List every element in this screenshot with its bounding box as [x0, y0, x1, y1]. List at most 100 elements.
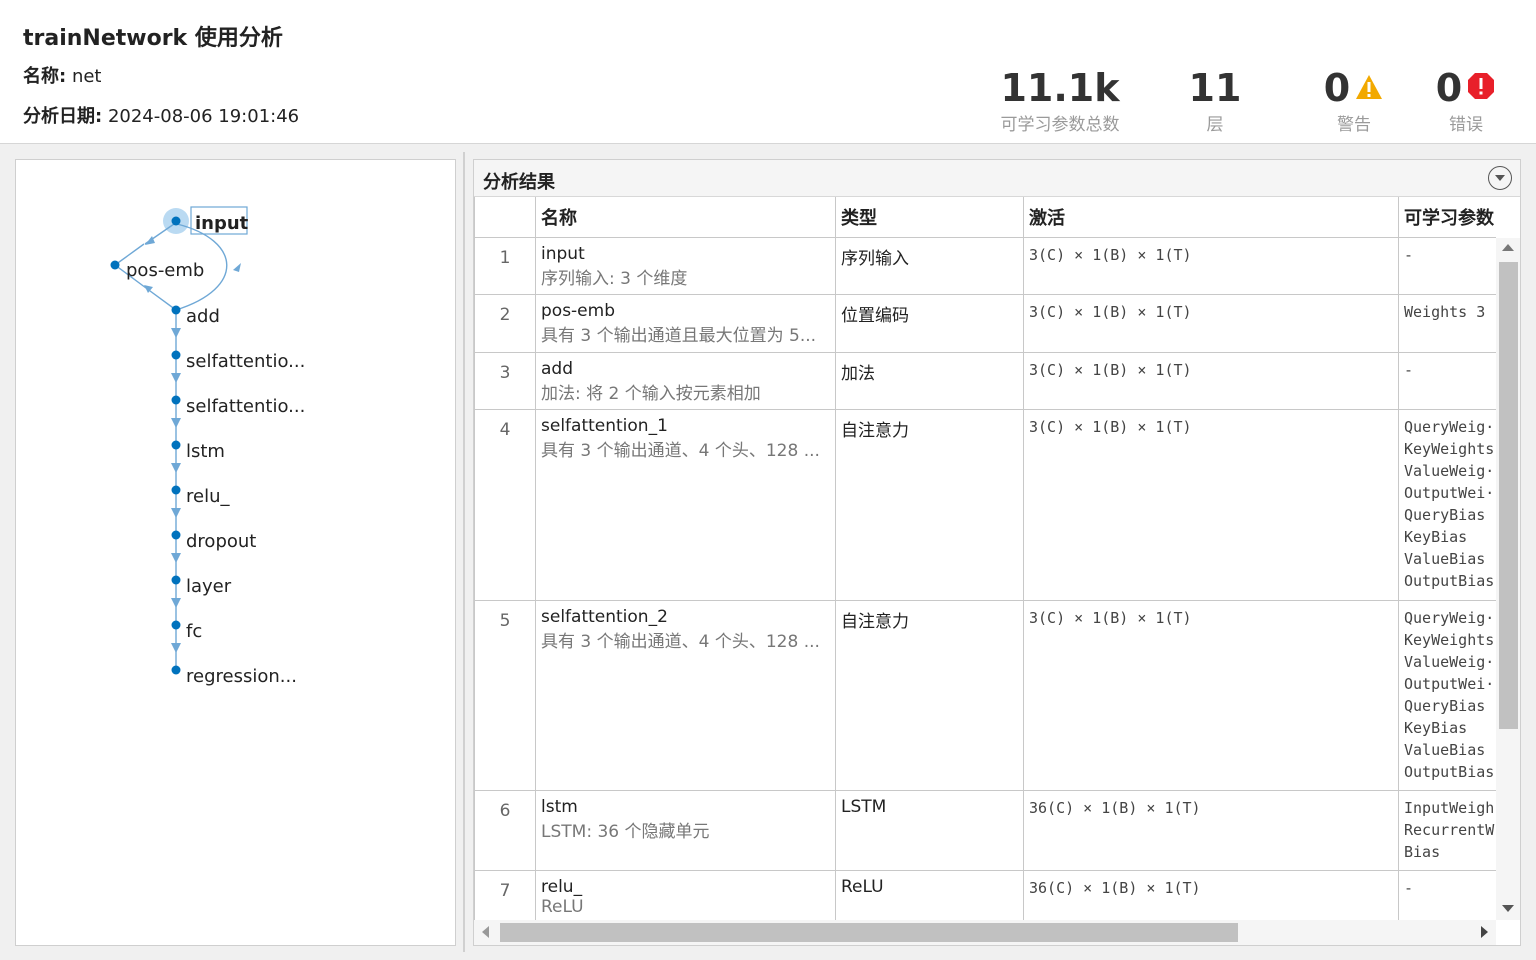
learnable-param: KeyBias	[1404, 718, 1468, 737]
network-graph-panel[interactable]: input pos-emb add selfattentio... selfat…	[15, 159, 456, 946]
results-table-container[interactable]: 名称 类型 激活 可学习参数 1 input 序列输入: 3 个维度 序列输入 3(C)…	[474, 197, 1496, 920]
learnable-param: KeyWeights	[1404, 439, 1495, 458]
panel-splitter[interactable]	[463, 152, 465, 952]
table-row[interactable]: 1 input 序列输入: 3 个维度 序列输入 3(C) × 1(B) × 1(T) -	[474, 236, 1496, 295]
node-label-lstm[interactable]: lstm	[186, 441, 225, 462]
errors-count: 0	[1435, 66, 1463, 110]
layer-description: ReLU	[541, 896, 584, 917]
table-row[interactable]: 7 relu_ ReLU ReLU 36(C) × 1(B) × 1(T) -	[474, 869, 1496, 920]
vertical-scroll-thumb[interactable]	[1499, 262, 1518, 729]
layer-name: selfattention_1	[541, 415, 668, 436]
column-header-index[interactable]	[474, 197, 536, 238]
table-row[interactable]: 6 lstm LSTM: 36 个隐藏单元 LSTM 36(C) × 1(B) × 1(…	[474, 789, 1496, 871]
row-index: 6	[474, 789, 536, 871]
node-label-pos-emb[interactable]: pos-emb	[126, 260, 204, 281]
table-row[interactable]: 5 selfattention_2 具有 3 个输出通道、4 个头、128 ... 自…	[474, 599, 1496, 791]
graph-nodes[interactable]	[110, 216, 181, 675]
table-row[interactable]: 2 pos-emb 具有 3 个输出通道且最大位置为 5... 位置编码 3(C) × …	[474, 293, 1496, 353]
warnings-caption: 警告	[1337, 115, 1371, 135]
page-title: trainNetwork 使用分析	[23, 26, 283, 51]
node-label-selfattention-2[interactable]: selfattentio...	[186, 396, 305, 417]
layer-name: add	[541, 358, 573, 379]
node-label-layer[interactable]: layer	[186, 576, 232, 597]
network-name: 名称: net	[23, 62, 101, 88]
layer-name: lstm	[541, 796, 578, 817]
layer-learnables: -	[1398, 869, 1496, 920]
results-title: 分析结果	[483, 172, 555, 193]
collapse-chevron-icon[interactable]	[1488, 166, 1512, 190]
scroll-left-arrow-icon[interactable]	[482, 926, 489, 938]
row-index: 3	[474, 351, 536, 410]
stat-learnables: 11.1k 可学习参数总数	[996, 66, 1124, 135]
layer-type: 序列输入	[835, 236, 1024, 295]
learnable-param: ValueBias	[1404, 549, 1486, 568]
row-name-cell: selfattention_1 具有 3 个输出通道、4 个头、128 ...	[535, 408, 836, 601]
warnings-count: 0	[1323, 66, 1351, 110]
row-name-cell: lstm LSTM: 36 个隐藏单元	[535, 789, 836, 871]
row-index: 4	[474, 408, 536, 601]
node-dot-layer[interactable]	[171, 575, 181, 585]
name-label: 名称:	[23, 66, 67, 87]
node-label-input[interactable]: input	[195, 213, 249, 234]
layer-description: 具有 3 个输出通道、4 个头、128 ...	[541, 440, 820, 461]
layer-activations: 3(C) × 1(B) × 1(T)	[1023, 351, 1399, 410]
row-name-cell: relu_ ReLU	[535, 869, 836, 920]
layer-name: input	[541, 243, 585, 264]
node-label-regression[interactable]: regression...	[186, 666, 297, 687]
stat-warnings[interactable]: 0 警告	[1314, 66, 1394, 135]
layer-type: 自注意力	[835, 599, 1024, 791]
node-label-add[interactable]: add	[186, 306, 220, 327]
row-name-cell: input 序列输入: 3 个维度	[535, 236, 836, 295]
scroll-up-arrow-icon[interactable]	[1502, 244, 1514, 251]
row-index: 2	[474, 293, 536, 353]
learnable-param: Weights 3	[1404, 302, 1486, 321]
column-header-type[interactable]: 类型	[835, 197, 1024, 238]
column-header-activations[interactable]: 激活	[1023, 197, 1399, 238]
layer-learnables: QueryWeig·· KeyWeights ValueWeig·· OutputWe…	[1398, 408, 1496, 601]
layer-activations: 36(C) × 1(B) × 1(T)	[1023, 869, 1399, 920]
node-dot-selfattention-2[interactable]	[171, 395, 181, 405]
node-dot-lstm[interactable]	[171, 440, 181, 450]
network-graph[interactable]: input pos-emb add selfattentio... selfat…	[16, 160, 455, 945]
layers-caption: 层	[1206, 115, 1224, 135]
learnable-param: QueryBias	[1404, 696, 1486, 715]
node-dot-add[interactable]	[171, 305, 181, 315]
learnable-param: QueryWeig··	[1404, 608, 1496, 627]
row-name-cell: add 加法: 将 2 个输入按元素相加	[535, 351, 836, 410]
learnable-param: -	[1404, 878, 1414, 897]
layer-type: 加法	[835, 351, 1024, 410]
stat-errors[interactable]: 0 错误	[1428, 66, 1504, 135]
column-header-name[interactable]: 名称	[535, 197, 836, 238]
node-label-selfattention-1[interactable]: selfattentio...	[186, 351, 305, 372]
layer-learnables: QueryWeig·· KeyWeights ValueWeig·· OutputWe…	[1398, 599, 1496, 791]
table-row[interactable]: 3 add 加法: 将 2 个输入按元素相加 加法 3(C) × 1(B) × 1(T)…	[474, 351, 1496, 410]
node-label-fc[interactable]: fc	[186, 621, 202, 642]
node-dot-pos-emb[interactable]	[110, 260, 120, 270]
node-dot-input[interactable]	[171, 216, 181, 226]
horizontal-scrollbar[interactable]	[474, 920, 1496, 945]
scroll-right-arrow-icon[interactable]	[1481, 926, 1488, 938]
row-name-cell: pos-emb 具有 3 个输出通道且最大位置为 5...	[535, 293, 836, 353]
layer-activations: 3(C) × 1(B) × 1(T)	[1023, 236, 1399, 295]
analysis-header: trainNetwork 使用分析 名称: net 分析日期: 2024-08-…	[0, 0, 1536, 144]
vertical-scrollbar[interactable]	[1496, 238, 1520, 920]
node-dot-relu[interactable]	[171, 485, 181, 495]
node-label-relu[interactable]: relu_	[186, 486, 230, 507]
table-row[interactable]: 4 selfattention_1 具有 3 个输出通道、4 个头、128 ... 自…	[474, 408, 1496, 601]
learnable-param: -	[1404, 360, 1414, 379]
node-dot-dropout[interactable]	[171, 530, 181, 540]
node-dot-selfattention-1[interactable]	[171, 350, 181, 360]
results-titlebar: 分析结果	[474, 160, 1520, 197]
layer-activations: 36(C) × 1(B) × 1(T)	[1023, 789, 1399, 871]
results-table: 名称 类型 激活 可学习参数 1 input 序列输入: 3 个维度 序列输入 3(C)…	[474, 197, 1496, 920]
node-label-dropout[interactable]: dropout	[186, 531, 256, 552]
layer-name: pos-emb	[541, 300, 615, 321]
node-dot-regression[interactable]	[171, 665, 181, 675]
errors-caption: 错误	[1449, 115, 1483, 135]
node-dot-fc[interactable]	[171, 620, 181, 630]
learnables-count: 11.1k	[1000, 66, 1120, 110]
horizontal-scroll-thumb[interactable]	[500, 923, 1238, 942]
scroll-down-arrow-icon[interactable]	[1502, 905, 1514, 912]
learnable-param: KeyWeights	[1404, 630, 1495, 649]
column-header-learnables[interactable]: 可学习参数	[1398, 197, 1496, 238]
